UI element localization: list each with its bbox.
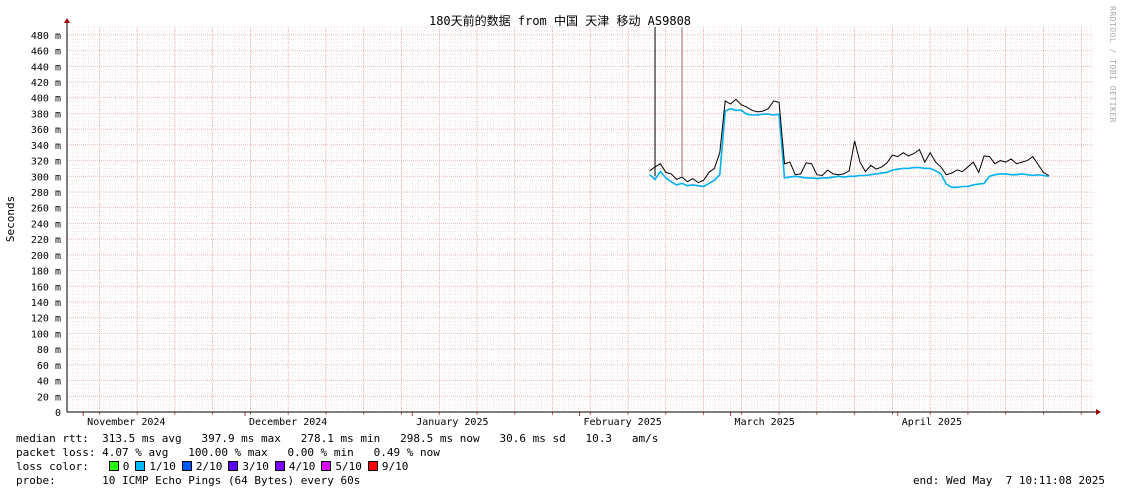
- probe-row: probe: 10 ICMP Echo Pings (64 Bytes) eve…: [16, 474, 360, 488]
- packet-loss-row: packet loss: 4.07 % avg 100.00 % max 0.0…: [16, 446, 440, 460]
- y-tick-label: 0: [55, 408, 61, 419]
- loss-color-label: loss color:: [16, 460, 89, 473]
- x-tick-label: March 2025: [735, 417, 795, 428]
- x-axis-arrow: [1096, 409, 1101, 415]
- y-tick-label: 380 m: [31, 109, 61, 120]
- loss-color-swatch: [228, 461, 239, 471]
- median-stats: 313.5 ms avg 397.9 ms max 278.1 ms min 2…: [102, 432, 659, 445]
- x-tick-label: December 2024: [249, 417, 327, 428]
- x-tick-label: April 2025: [902, 417, 962, 428]
- y-tick-label: 140 m: [31, 298, 61, 309]
- loss-color-item: 9/10: [367, 460, 409, 473]
- y-tick-label: 160 m: [31, 282, 61, 293]
- y-tick-label: 20 m: [37, 392, 61, 403]
- y-tick-label: 440 m: [31, 62, 61, 73]
- loss-color-item: 2/10: [181, 460, 223, 473]
- median-label: median rtt:: [16, 432, 89, 445]
- chart-title: 180天前的数据 from 中国 天津 移动 AS9808: [429, 13, 691, 28]
- loss-color-list: 0 1/10 2/10 3/10 4/10 5/10 9/10: [108, 460, 415, 473]
- loss-color-item: 0: [108, 460, 130, 473]
- end-time: end: Wed May 7 10:11:08 2025: [912, 474, 1105, 487]
- y-tick-label: 40 m: [37, 377, 61, 388]
- loss-color-label-text: 4/10: [288, 460, 316, 473]
- y-tick-label: 300 m: [31, 172, 61, 183]
- loss-color-row: loss color: 0 1/10 2/10 3/10 4/10 5/10 9/10: [16, 460, 414, 474]
- x-tick-label: November 2024: [87, 417, 165, 428]
- y-tick-label: 280 m: [31, 188, 61, 199]
- y-tick-label: 120 m: [31, 314, 61, 325]
- loss-stats: 4.07 % avg 100.00 % max 0.00 % min 0.49 …: [102, 446, 440, 459]
- y-tick-label: 320 m: [31, 157, 61, 168]
- loss-color-swatch: [108, 461, 119, 471]
- loss-color-swatch: [181, 461, 192, 471]
- loss-color-label-text: 5/10: [335, 460, 362, 473]
- y-tick-label: 100 m: [31, 329, 61, 340]
- y-tick-label: 80 m: [37, 345, 61, 356]
- y-tick-label: 340 m: [31, 141, 61, 152]
- chart-axes: 0 20 m 40 m 60 m 80 m 100 m 120 m 140 m 160 m 180…: [31, 18, 1101, 428]
- loss-label: packet loss:: [16, 446, 96, 459]
- y-tick-label: 200 m: [31, 251, 61, 262]
- y-tick-label: 360 m: [31, 125, 61, 136]
- y-tick-label: 60 m: [37, 361, 61, 372]
- loss-color-item: 4/10: [274, 460, 316, 473]
- y-tick-label: 220 m: [31, 235, 61, 246]
- median-rtt-row: median rtt: 313.5 ms avg 397.9 ms max 27…: [16, 432, 658, 446]
- chart-grid: [66, 26, 1093, 412]
- loss-color-swatch: [321, 461, 332, 471]
- loss-color-swatch: [135, 461, 146, 471]
- y-tick-label: 480 m: [31, 31, 61, 42]
- loss-color-item: 5/10: [321, 460, 362, 473]
- y-axis-arrow: [64, 18, 70, 23]
- y-tick-label: 400 m: [31, 94, 61, 105]
- loss-color-swatch: [367, 461, 378, 471]
- y-tick-label: 240 m: [31, 219, 61, 230]
- latency-chart: 0 20 m 40 m 60 m 80 m 100 m 120 m 140 m 160 m 180…: [4, 13, 1101, 428]
- y-axis-label: Seconds: [4, 196, 17, 242]
- probe-text: 10 ICMP Echo Pings (64 Bytes) every 60s: [102, 474, 361, 487]
- watermark-text: RRDTOOL / TOBI OETIKER: [1108, 6, 1117, 123]
- loss-color-label-text: 9/10: [381, 460, 409, 473]
- loss-color-label-text: 2/10: [195, 460, 223, 473]
- loss-color-label-text: 3/10: [242, 460, 269, 473]
- y-tick-label: 420 m: [31, 78, 61, 89]
- loss-color-item: 1/10: [135, 460, 176, 473]
- x-tick-label: February 2025: [584, 417, 662, 428]
- y-tick-label: 260 m: [31, 204, 61, 215]
- loss-color-item: 3/10: [228, 460, 269, 473]
- x-tick-label: January 2025: [416, 417, 488, 428]
- y-tick-label: 460 m: [31, 47, 61, 58]
- loss-color-swatch: [274, 461, 285, 471]
- y-tick-label: 180 m: [31, 267, 61, 278]
- loss-color-label-text: 0: [122, 460, 130, 473]
- probe-label: probe:: [16, 474, 56, 487]
- loss-color-label-text: 1/10: [149, 460, 176, 473]
